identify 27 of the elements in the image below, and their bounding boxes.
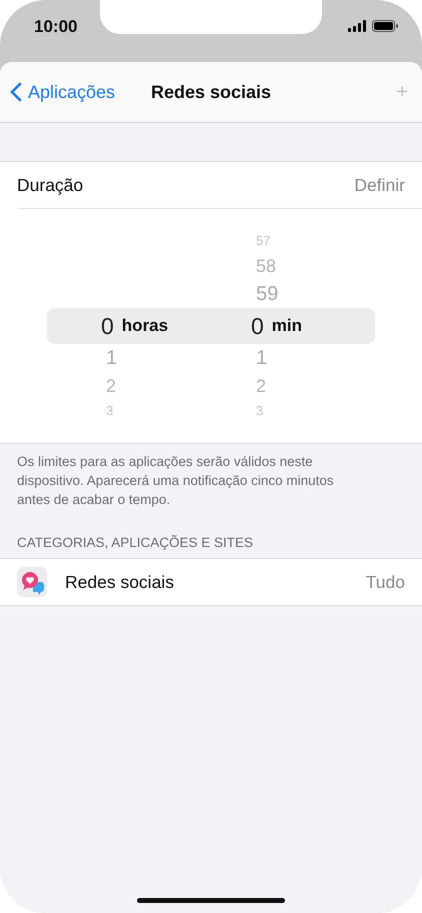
time-picker[interactable]: 0 horas 1 2 3 57 58 59 0 min 1 2 3 xyxy=(17,208,422,443)
picker-selected-value[interactable]: 0 xyxy=(101,312,114,340)
picker-option[interactable]: 2 xyxy=(106,372,191,400)
signal-icon xyxy=(348,20,366,32)
picker-option[interactable]: 3 xyxy=(106,400,191,422)
picker-unit: min xyxy=(272,316,302,336)
screen-title: Redes sociais xyxy=(150,82,272,102)
chevron-left-icon xyxy=(10,82,22,102)
picker-option[interactable]: 57 xyxy=(256,230,341,252)
section-header: CATEGORIAS, APLICAÇÕES E SITES xyxy=(17,535,254,550)
picker-option[interactable]: 59 xyxy=(256,280,341,308)
picker-option[interactable]: 3 xyxy=(256,400,341,422)
picker-option[interactable]: 58 xyxy=(256,252,341,280)
picker-selected-value[interactable]: 0 xyxy=(251,312,264,340)
limit-note: Os limites para as aplicações serão válidos neste dispositivo. Aparecerá uma notificação cinco minutos antes de acabar o tempo. xyxy=(17,453,335,509)
duration-label: Duração xyxy=(17,174,84,196)
picker-option[interactable]: 1 xyxy=(256,344,341,372)
picker-option[interactable]: 1 xyxy=(106,344,191,372)
category-value: Tudo xyxy=(366,572,405,592)
duration-value[interactable]: Definir xyxy=(354,174,405,196)
category-label[interactable]: Redes sociais xyxy=(65,572,174,592)
chat-bubbles-icon xyxy=(17,567,47,597)
back-link[interactable]: Aplicações xyxy=(10,82,116,102)
status-time: 10:00 xyxy=(34,17,78,37)
picker-unit: horas xyxy=(122,316,168,336)
battery-icon xyxy=(372,20,398,32)
picker-option[interactable]: 2 xyxy=(256,372,341,400)
